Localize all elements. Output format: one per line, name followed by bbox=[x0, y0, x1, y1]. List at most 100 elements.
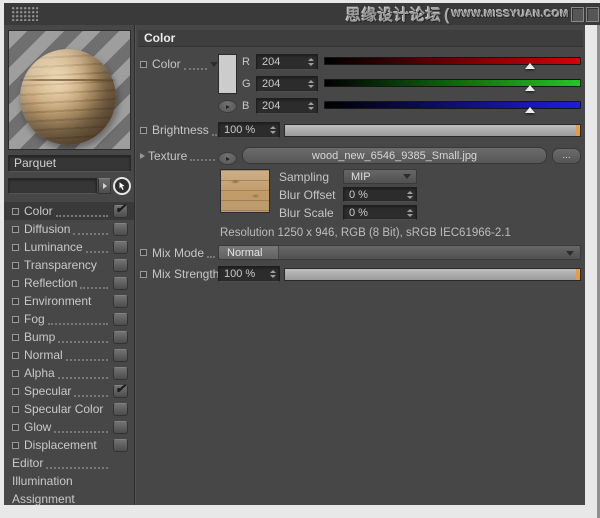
color-expand-button[interactable] bbox=[218, 100, 237, 113]
channel-checkbox[interactable] bbox=[113, 258, 128, 272]
channel-checkbox[interactable] bbox=[113, 402, 128, 416]
rgb-channel-label: R bbox=[242, 56, 250, 68]
channel-label: Illumination bbox=[12, 474, 73, 488]
channel-row-fog[interactable]: Fog bbox=[8, 310, 131, 328]
channel-row-transparency[interactable]: Transparency bbox=[8, 256, 131, 274]
blur-offset-row: Blur Offset 0 % bbox=[279, 187, 417, 202]
titlebar[interactable]: 思缘设计论坛 ( WWW.MISSYUAN.COM bbox=[4, 3, 600, 25]
triangle-right-icon bbox=[225, 156, 230, 161]
channel-row-environment[interactable]: Environment bbox=[8, 292, 131, 310]
shader-field[interactable] bbox=[8, 177, 97, 194]
channel-checkbox[interactable] bbox=[113, 312, 128, 326]
mix-strength-input[interactable]: 100 % bbox=[218, 266, 280, 282]
triangle-right-icon bbox=[102, 182, 107, 189]
spinner-arrows-icon[interactable] bbox=[407, 208, 413, 217]
channel-checkbox[interactable] bbox=[113, 294, 128, 308]
spinner-arrows-icon[interactable] bbox=[407, 190, 413, 199]
channel-checkbox[interactable] bbox=[113, 276, 128, 290]
rgb-slider[interactable] bbox=[324, 98, 581, 114]
channel-label: Transparency bbox=[24, 258, 97, 272]
channel-checkbox[interactable] bbox=[113, 348, 128, 362]
browse-texture-button[interactable]: ... bbox=[552, 147, 581, 164]
channel-checkbox[interactable] bbox=[113, 240, 128, 254]
channel-row-glow[interactable]: Glow bbox=[8, 418, 131, 436]
channel-row-normal[interactable]: Normal bbox=[8, 346, 131, 364]
brightness-slider-handle[interactable] bbox=[576, 124, 579, 136]
channel-label: Color bbox=[24, 204, 53, 218]
channel-row-bump[interactable]: Bump bbox=[8, 328, 131, 346]
brightness-slider[interactable] bbox=[284, 123, 581, 137]
texture-thumbnail[interactable] bbox=[220, 169, 270, 213]
rgb-value-input[interactable]: 204 bbox=[256, 98, 318, 114]
dot-leader bbox=[80, 286, 108, 289]
mix-strength-slider[interactable] bbox=[284, 267, 581, 281]
channel-label: Environment bbox=[24, 294, 92, 308]
mix-strength-slider-handle[interactable] bbox=[576, 268, 579, 280]
texture-label[interactable]: Texture bbox=[138, 149, 218, 163]
channel-row-editor[interactable]: Editor bbox=[8, 454, 131, 472]
channel-row-specular-color[interactable]: Specular Color bbox=[8, 400, 131, 418]
rgb-slider[interactable] bbox=[324, 54, 581, 70]
sampling-dropdown[interactable]: MIP bbox=[343, 169, 417, 184]
spinner-arrows-icon[interactable] bbox=[308, 58, 314, 66]
mix-mode-dropdown[interactable]: Normal bbox=[218, 245, 581, 260]
sampling-block: Sampling MIP Blur Offset 0 % Blur Scale … bbox=[220, 169, 583, 220]
drag-grip-icon[interactable] bbox=[12, 7, 38, 21]
channel-checkbox[interactable] bbox=[113, 438, 128, 452]
channel-checkbox[interactable] bbox=[113, 222, 128, 236]
gradient-track[interactable] bbox=[324, 79, 581, 87]
channel-checkbox[interactable] bbox=[113, 420, 128, 434]
channel-checkbox[interactable]: ✔ bbox=[113, 201, 128, 218]
brightness-row: Brightness 100 % bbox=[138, 122, 583, 138]
param-square-icon bbox=[140, 126, 147, 134]
rgb-value-input[interactable]: 204 bbox=[256, 76, 318, 92]
material-preview[interactable] bbox=[8, 30, 131, 150]
chevron-down-icon[interactable] bbox=[210, 61, 218, 67]
channel-row-luminance[interactable]: Luminance bbox=[8, 238, 131, 256]
color-swatch[interactable] bbox=[218, 54, 237, 94]
channel-row-color[interactable]: Color ✔ bbox=[4, 201, 134, 220]
channel-row-assignment[interactable]: Assignment bbox=[8, 490, 131, 508]
blur-scale-input[interactable]: 0 % bbox=[343, 205, 417, 220]
gradient-track[interactable] bbox=[324, 57, 581, 65]
dot-leader bbox=[183, 67, 207, 70]
slider-handle-icon[interactable] bbox=[524, 85, 535, 91]
channel-row-specular[interactable]: Specular ✔ bbox=[8, 381, 131, 400]
triangle-right-icon[interactable] bbox=[140, 152, 145, 159]
shader-row bbox=[8, 176, 131, 195]
spinner-arrows-icon[interactable] bbox=[308, 102, 314, 110]
blur-offset-input[interactable]: 0 % bbox=[343, 187, 417, 202]
channel-label: Normal bbox=[24, 348, 63, 362]
pick-material-button[interactable] bbox=[113, 176, 131, 195]
channel-square-icon bbox=[12, 405, 19, 413]
channel-label: Specular bbox=[24, 384, 72, 398]
spinner-arrows-icon[interactable] bbox=[308, 80, 314, 88]
shader-menu-button[interactable] bbox=[98, 177, 111, 194]
slider-handle-icon[interactable] bbox=[524, 63, 535, 69]
channel-checkbox[interactable] bbox=[113, 330, 128, 344]
texture-filename-field[interactable]: wood_new_6546_9385_Small.jpg bbox=[242, 147, 547, 164]
dot-leader bbox=[207, 255, 215, 258]
gradient-track[interactable] bbox=[324, 101, 581, 109]
channel-row-illumination[interactable]: Illumination bbox=[8, 472, 131, 490]
material-name-field[interactable]: Parquet bbox=[8, 155, 131, 172]
spinner-arrows-icon[interactable] bbox=[270, 270, 276, 278]
channel-row-alpha[interactable]: Alpha bbox=[8, 364, 131, 382]
brightness-input[interactable]: 100 % bbox=[218, 122, 280, 138]
channel-row-diffusion[interactable]: Diffusion bbox=[8, 220, 131, 238]
sampling-rows: Sampling MIP Blur Offset 0 % Blur Scale … bbox=[279, 169, 417, 220]
resolution-info: Resolution 1250 x 946, RGB (8 Bit), sRGB… bbox=[220, 227, 511, 239]
channel-checkbox[interactable]: ✔ bbox=[113, 381, 128, 398]
channel-label: Specular Color bbox=[24, 402, 104, 416]
channel-square-icon bbox=[12, 441, 19, 449]
rgb-value-input[interactable]: 204 bbox=[256, 54, 318, 70]
channel-checkbox[interactable] bbox=[113, 366, 128, 380]
channel-row-displacement[interactable]: Displacement bbox=[8, 436, 131, 454]
spinner-arrows-icon[interactable] bbox=[270, 126, 276, 134]
channel-square-icon bbox=[12, 351, 19, 359]
slider-handle-icon[interactable] bbox=[524, 107, 535, 113]
texture-expand-button[interactable] bbox=[218, 152, 237, 165]
channel-row-reflection[interactable]: Reflection bbox=[8, 274, 131, 292]
rgb-slider[interactable] bbox=[324, 76, 581, 92]
channel-label: Reflection bbox=[24, 276, 78, 290]
